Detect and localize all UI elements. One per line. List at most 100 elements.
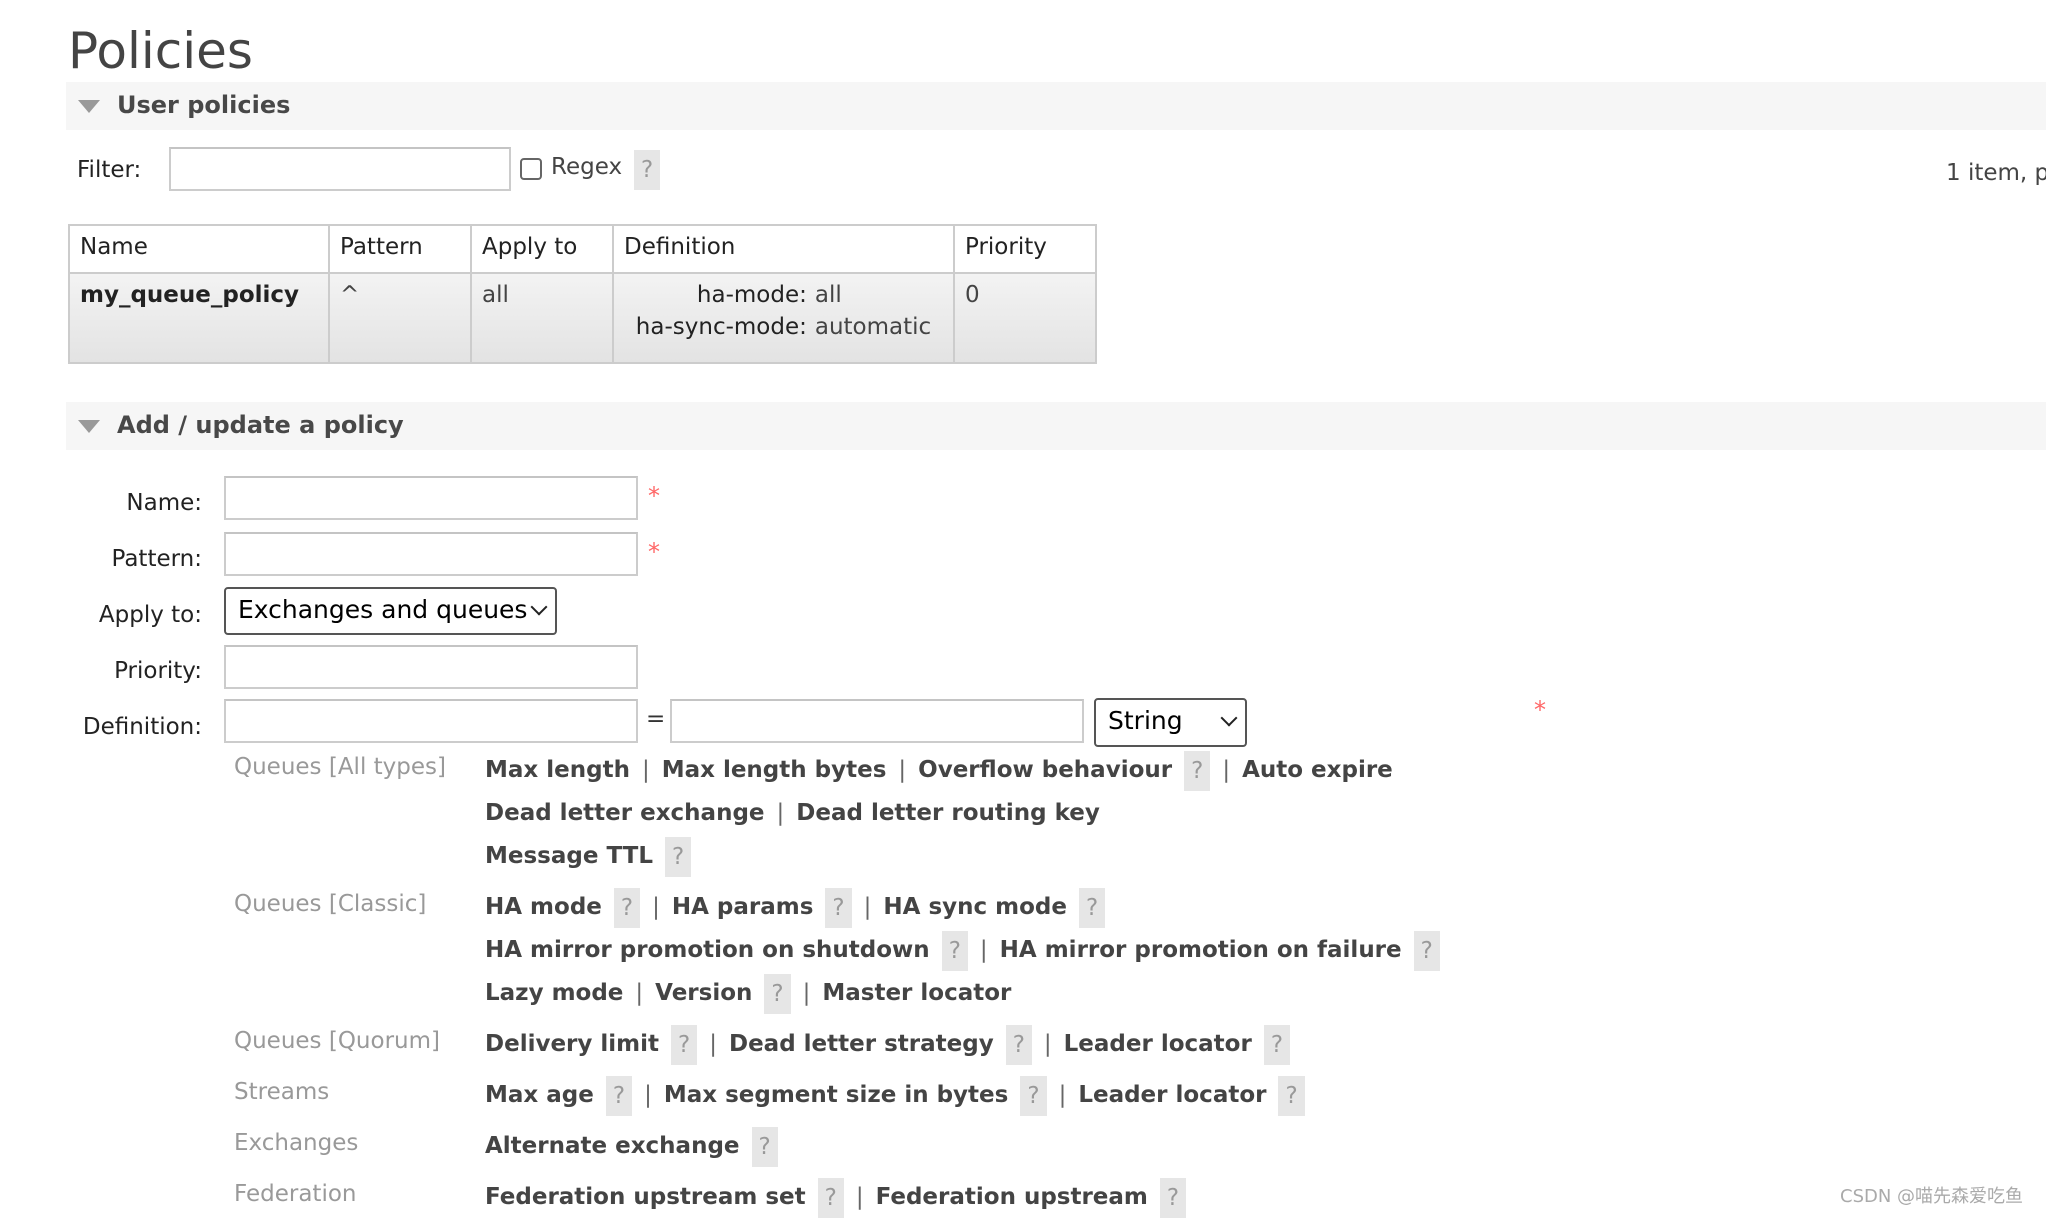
separator: | [1043,1031,1052,1057]
group-label: Queues [All types] [234,754,446,780]
pattern-input[interactable] [224,532,638,576]
definition-shortcut-link[interactable]: HA sync mode [883,894,1067,920]
separator: | [635,980,644,1006]
type-value: String [1108,706,1183,735]
definition-shortcut-link[interactable]: Delivery limit [485,1031,659,1057]
separator: | [898,757,907,783]
help-button[interactable]: ? [1184,750,1211,791]
separator: | [709,1031,717,1057]
definition-type-select[interactable]: String [1094,698,1247,747]
definition-shortcut-link[interactable]: Max age [485,1082,594,1108]
separator: | [641,757,650,783]
definition-shortcut-link[interactable]: HA mirror promotion on shutdown [485,937,930,963]
regex-help-button[interactable]: ? [634,150,661,190]
help-button[interactable]: ? [1078,887,1106,928]
help-button[interactable]: ? [1413,930,1440,971]
separator: | [776,800,785,826]
definition-shortcut-link[interactable]: Max segment size in bytes [664,1082,1009,1108]
group-label: Streams [234,1079,330,1105]
definition-shortcut-link[interactable]: Message TTL [485,843,653,869]
required-marker: * [1534,696,1546,724]
definition-shortcut-link[interactable]: Master locator [822,980,1011,1006]
definition-shortcut-link[interactable]: HA params [672,894,814,920]
definition-shortcut-link[interactable]: Max length [485,757,630,783]
separator: | [802,980,811,1006]
help-button[interactable]: ? [1159,1177,1187,1218]
section-title: User policies [117,91,291,119]
separator: | [644,1082,652,1108]
definition-shortcut-link[interactable]: Version [655,980,752,1006]
col-apply-to[interactable]: Apply to [470,224,614,274]
definition-shortcut-link[interactable]: Auto expire [1242,757,1393,783]
help-link-line: Dead letter exchange | Dead letter routing… [485,793,1100,833]
add-policy-header[interactable]: Add / update a policy [66,402,2046,450]
group-label: Exchanges [234,1130,359,1156]
regex-checkbox[interactable] [520,158,542,180]
definition-shortcut-link[interactable]: Dead letter strategy [729,1031,994,1057]
help-button[interactable]: ? [605,1075,633,1116]
definition-value-input[interactable] [670,699,1084,743]
help-button[interactable]: ? [941,930,968,971]
definition-shortcut-link[interactable]: Federation upstream [876,1184,1148,1210]
help-button[interactable]: ? [1020,1075,1047,1116]
separator: | [1058,1082,1067,1108]
chevron-down-icon [530,598,548,616]
definition-shortcut-link[interactable]: Dead letter exchange [485,800,765,826]
col-name[interactable]: Name [68,224,330,274]
help-button[interactable]: ? [825,887,852,928]
help-button[interactable]: ? [1005,1024,1032,1065]
help-button[interactable]: ? [751,1126,778,1167]
definition-shortcut-link[interactable]: Max length bytes [662,757,887,783]
definition-label: Definition: [82,714,202,740]
definition-shortcut-link[interactable]: HA mirror promotion on failure [1000,937,1402,963]
name-label: Name: [126,490,202,516]
required-marker: * [648,482,660,510]
pagination-summary: 1 item, p [1946,160,2046,186]
help-button[interactable]: ? [1263,1024,1291,1065]
col-priority[interactable]: Priority [953,224,1097,274]
help-link-line: Lazy mode | Version? | Master locator [485,973,1011,1014]
required-marker: * [648,538,660,566]
filter-input[interactable] [169,147,511,191]
definition-shortcut-link[interactable]: Overflow behaviour [918,757,1172,783]
col-pattern[interactable]: Pattern [328,224,472,274]
collapse-triangle-icon [78,100,100,113]
definition-shortcut-link[interactable]: Dead letter routing key [796,800,1100,826]
help-link-line: Federation upstream set? | Federation upst… [485,1177,1187,1218]
separator: | [979,937,988,963]
separator: | [855,1184,864,1210]
col-definition[interactable]: Definition [612,224,955,274]
help-button[interactable]: ? [671,1024,698,1065]
help-button[interactable]: ? [1278,1075,1305,1116]
equals-sign: = [646,706,666,732]
definition-key-input[interactable] [224,699,638,743]
policy-priority: 0 [953,272,1097,364]
apply-to-select[interactable]: Exchanges and queues [224,587,557,635]
policies-table: Name Pattern Apply to Definition Priorit… [68,224,1097,364]
pattern-label: Pattern: [111,546,203,572]
definition-shortcut-link[interactable]: Federation upstream set [485,1184,806,1210]
policy-apply-to: all [470,272,614,364]
name-input[interactable] [224,476,638,520]
help-link-line: Message TTL? [485,836,692,877]
policy-pattern: ^ [328,272,472,364]
chevron-down-icon [1220,709,1238,727]
definition-shortcut-link[interactable]: Alternate exchange [485,1133,740,1159]
definition-shortcut-link[interactable]: Leader locator [1078,1082,1266,1108]
definition-shortcut-link[interactable]: Leader locator [1064,1031,1252,1057]
page-title: Policies [68,22,253,80]
table-row[interactable]: my_queue_policy ^ all ha-mode: all ha-sy… [68,272,1097,364]
user-policies-header[interactable]: User policies [66,82,2046,130]
help-link-line: Max length | Max length bytes | Overflow beh… [485,750,1393,791]
help-button[interactable]: ? [764,973,791,1014]
apply-to-value: Exchanges and queues [238,595,528,624]
priority-input[interactable] [224,645,638,689]
watermark: CSDN @喵先森爱吃鱼 [1840,1186,2024,1207]
definition-shortcut-link[interactable]: HA mode [485,894,602,920]
regex-label: Regex [551,154,623,180]
help-button[interactable]: ? [613,887,641,928]
policy-name[interactable]: my_queue_policy [68,272,330,364]
definition-shortcut-link[interactable]: Lazy mode [485,980,623,1006]
help-button[interactable]: ? [817,1177,844,1218]
help-button[interactable]: ? [665,836,692,877]
